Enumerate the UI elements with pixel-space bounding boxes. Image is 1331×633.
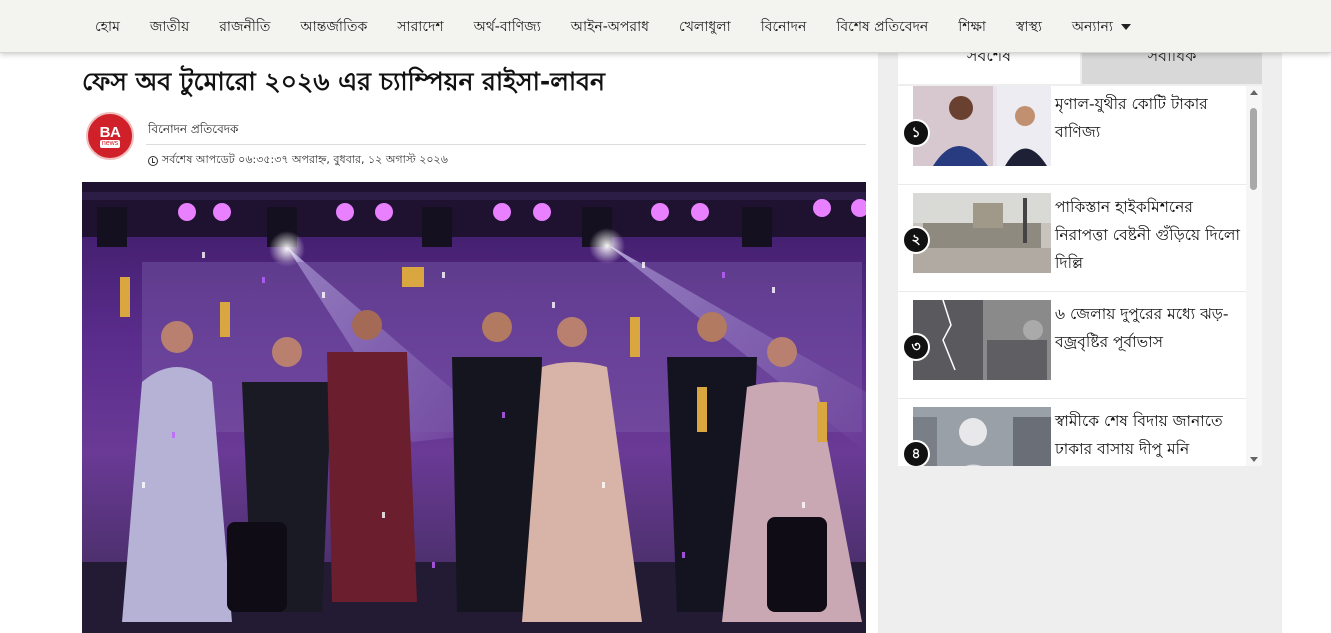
news-title-link[interactable]: ৬ জেলায় দুপুরের মধ্যে ঝড়-বজ্রবৃষ্টির প… [1055, 300, 1245, 356]
list-item[interactable]: ৩ ৬ জেলায় দুপুরের মধ্যে ঝড়-বজ্রবৃষ্টির… [898, 292, 1246, 399]
nav-others-label: অন্যান্য [1071, 18, 1113, 35]
nav-item-country[interactable]: সারাদেশ [382, 15, 458, 39]
publisher-logo[interactable]: BA news [86, 112, 134, 160]
nav-item-others[interactable]: অন্যান্য [1057, 15, 1146, 39]
article-headline: ফেস অব টুমোরো ২০২৬ এর চ্যাম্পিয়ন রাইসা-… [82, 67, 605, 96]
nav-item-economy[interactable]: অর্থ-বাণিজ্য [459, 15, 556, 39]
nav-item-special-report[interactable]: বিশেষ প্রতিবেদন [821, 15, 943, 39]
rank-badge: ১ [902, 119, 930, 147]
list-scrollbar[interactable] [1246, 86, 1262, 466]
updated-text: সর্বশেষ আপডেট ০৬:৩৫:৩৭ অপরাহ্ন, বুধবার, … [162, 153, 448, 166]
article-hero-image [82, 182, 866, 633]
news-thumbnail[interactable] [913, 407, 1051, 466]
scroll-up-arrow-icon[interactable] [1250, 90, 1258, 95]
nav-item-home[interactable]: হোম [80, 15, 135, 39]
nav-item-health[interactable]: স্বাস্থ্য [1001, 15, 1057, 39]
main-nav: হোম জাতীয় রাজনীতি আন্তর্জাতিক সারাদেশ অ… [0, 0, 1331, 53]
news-title-link[interactable]: স্বামীকে শেষ বিদায় জানাতে ঢাকার বাসায় … [1055, 407, 1245, 463]
nav-item-law-crime[interactable]: আইন-অপরাধ [556, 15, 664, 39]
news-thumbnail[interactable] [913, 193, 1051, 273]
rank-badge: ৪ [902, 440, 930, 466]
latest-news-list: ১ মৃণাল-যুথীর কোটি টাকার বাণিজ্য ২ পাকিস… [898, 86, 1262, 466]
list-item[interactable]: ১ মৃণাল-যুথীর কোটি টাকার বাণিজ্য [898, 86, 1246, 185]
nav-item-international[interactable]: আন্তর্জাতিক [285, 15, 382, 39]
author-name[interactable]: বিনোদন প্রতিবেদক [148, 121, 238, 141]
news-thumbnail-image [913, 300, 1051, 380]
nav-item-national[interactable]: জাতীয় [135, 15, 204, 39]
news-thumbnail-image [913, 86, 1051, 166]
nav-item-education[interactable]: শিক্ষা [943, 15, 1001, 39]
list-item[interactable]: ৪ স্বামীকে শেষ বিদায় জানাতে ঢাকার বাসায… [898, 399, 1246, 466]
news-thumbnail[interactable] [913, 300, 1051, 380]
rank-badge: ৩ [902, 333, 930, 361]
nav-item-entertainment[interactable]: বিনোদন [746, 15, 822, 39]
scroll-down-arrow-icon[interactable] [1250, 457, 1258, 462]
nav-menu: হোম জাতীয় রাজনীতি আন্তর্জাতিক সারাদেশ অ… [80, 0, 1146, 53]
caret-down-icon [1120, 23, 1131, 30]
award-ceremony-photo [82, 182, 866, 633]
news-thumbnail-image [913, 407, 1051, 466]
updated-timestamp: সর্বশেষ আপডেট ০৬:৩৫:৩৭ অপরাহ্ন, বুধবার, … [148, 151, 448, 170]
scrollbar-thumb[interactable] [1250, 108, 1257, 190]
logo-text: BA [99, 123, 121, 141]
clock-icon [148, 155, 158, 166]
nav-item-politics[interactable]: রাজনীতি [204, 15, 285, 39]
rank-badge: ২ [902, 226, 930, 254]
byline-divider [146, 144, 866, 145]
logo-subtext: news [99, 139, 121, 148]
list-item[interactable]: ২ পাকিস্তান হাইকমিশনের নিরাপত্তা বেষ্টনী… [898, 185, 1246, 292]
nav-item-sports[interactable]: খেলাধুলা [664, 15, 746, 39]
news-title-link[interactable]: পাকিস্তান হাইকমিশনের নিরাপত্তা বেষ্টনী গ… [1055, 193, 1245, 277]
news-thumbnail[interactable] [913, 86, 1051, 166]
news-thumbnail-image [913, 193, 1051, 273]
news-title-link[interactable]: মৃণাল-যুথীর কোটি টাকার বাণিজ্য [1055, 90, 1245, 146]
